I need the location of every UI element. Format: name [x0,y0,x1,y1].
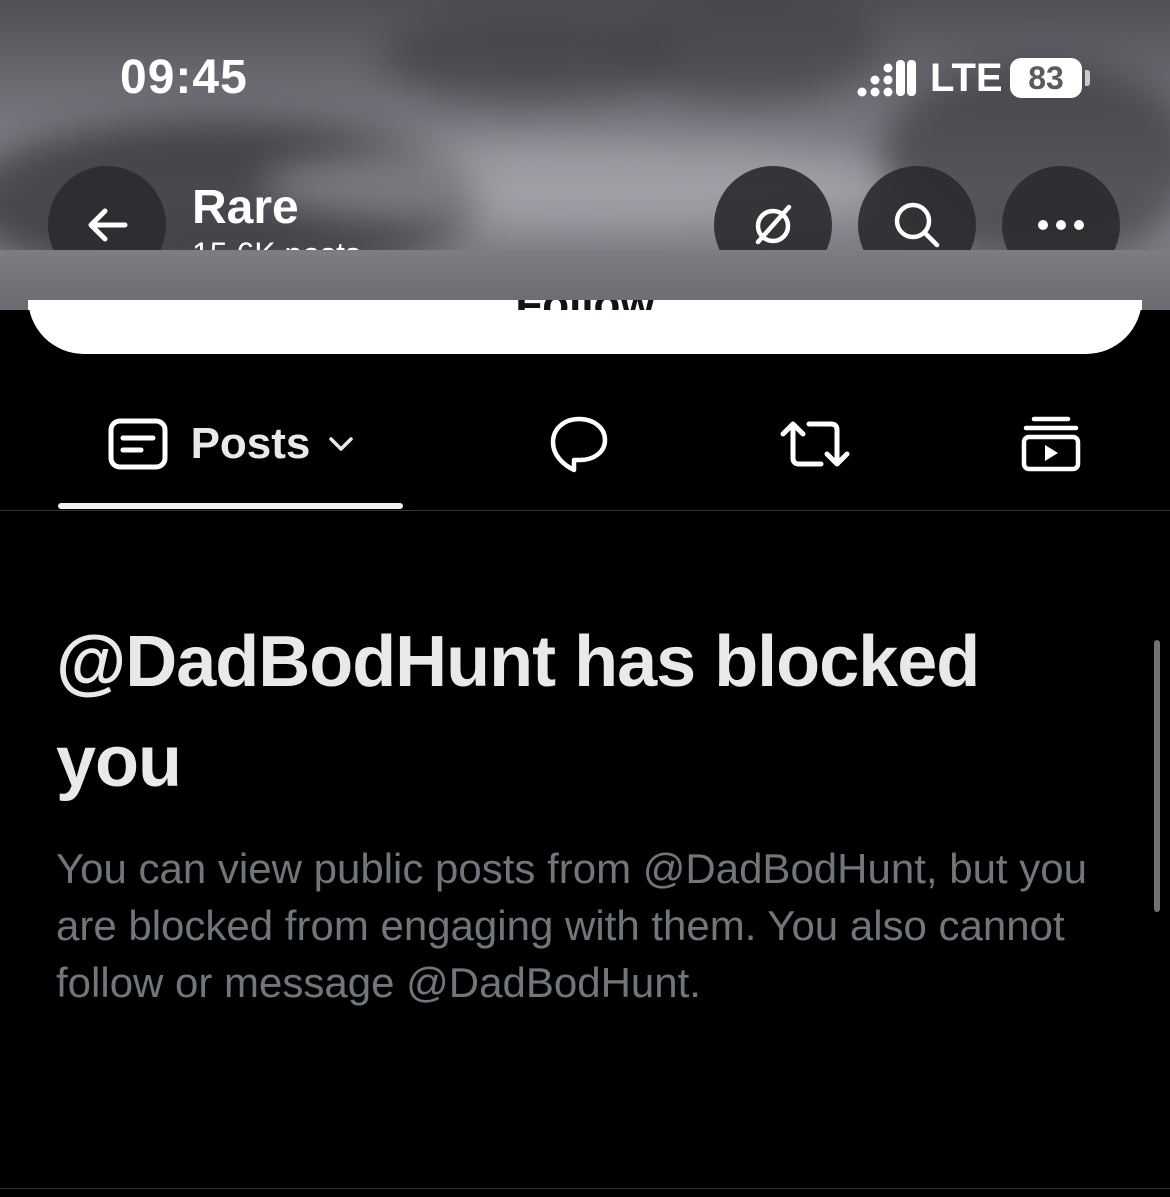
status-time: 09:45 [120,51,248,104]
media-play-icon [1021,416,1081,472]
repost-icon [780,421,850,467]
reply-bubble-icon [550,416,608,473]
tabs-divider [0,510,1170,511]
profile-name: Rare [192,181,299,234]
battery-nub [1085,70,1090,86]
active-tab-indicator [58,503,403,509]
posts-tab-label: Posts [190,419,311,468]
reposts-tab[interactable] [756,380,874,508]
media-tab[interactable] [992,380,1110,508]
bottom-divider [0,1188,1170,1189]
more-icon [1038,220,1084,230]
blocked-description: You can view public posts from @DadBodHu… [56,845,1087,1006]
posts-tab[interactable]: Posts [58,380,403,508]
posts-tab-icon [108,418,168,470]
signal-icon [857,60,916,97]
chevron-down-icon [329,437,354,451]
replies-tab[interactable] [520,380,638,508]
grok-icon [755,204,792,245]
follow-label-fragment: Follow [28,300,1142,310]
network-type: LTE [930,56,1003,100]
search-icon [894,202,940,248]
back-arrow-icon [88,208,128,242]
follow-button-label: Follow [515,268,655,317]
scrollbar[interactable] [1154,640,1160,912]
blocked-title: @DadBodHunt has blocked you [56,622,980,802]
battery-level: 83 [1010,58,1082,98]
